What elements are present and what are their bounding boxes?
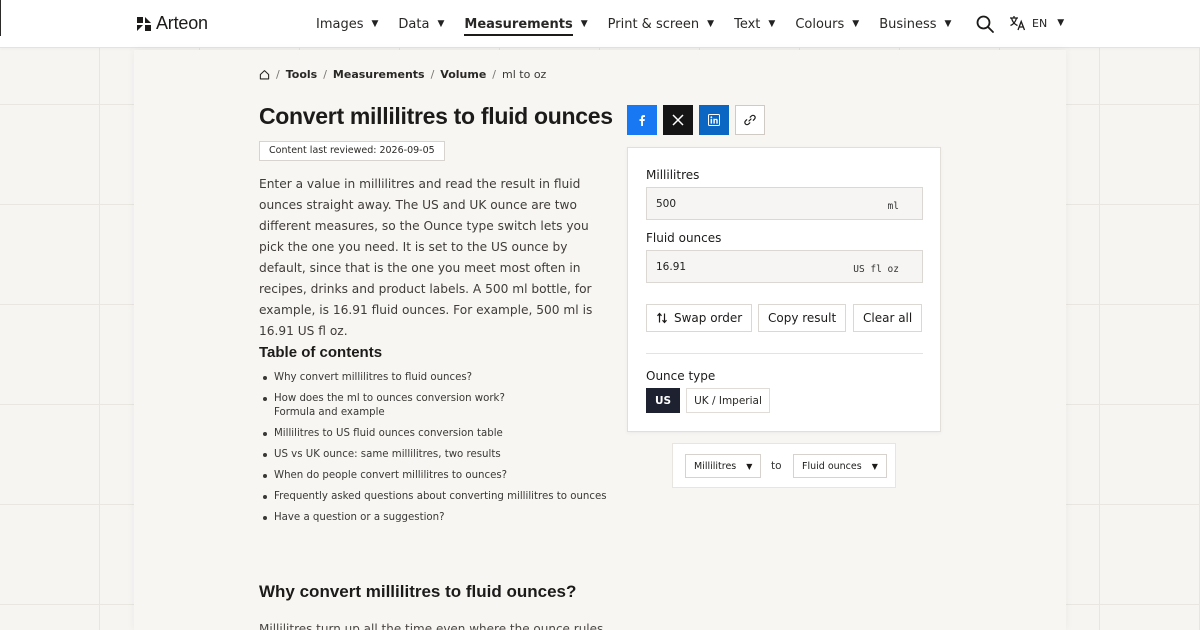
ounce-type-uk-option[interactable]: UK / Imperial [686, 388, 770, 413]
caret-down-icon: ▼ [852, 19, 860, 29]
unit-selector: Millilitres ▼ to Fluid ounces ▼ [672, 443, 896, 488]
to-unit-select[interactable]: Fluid ounces ▼ [793, 454, 887, 478]
toc-link[interactable]: How does the ml to ounces conversion wor… [259, 392, 609, 420]
breadcrumb-separator: / [276, 68, 280, 81]
from-unit-select[interactable]: Millilitres ▼ [685, 454, 762, 478]
toc-link[interactable]: Have a question or a suggestion? [259, 511, 609, 525]
nav-item-text[interactable]: Text ▼ [734, 17, 775, 32]
share-buttons [627, 105, 765, 135]
brand-name: Arteon [156, 13, 208, 33]
nav-item-measurements[interactable]: Measurements ▼ [464, 13, 588, 36]
main-menu: Images ▼ Data ▼ Measurements ▼ Print & scre… [316, 0, 971, 48]
fluid-ounces-value: 16.91 [656, 261, 687, 273]
toc-link[interactable]: US vs UK ounce: same millilitres, two re… [259, 448, 609, 462]
fluid-ounces-label: Fluid ounces [646, 231, 722, 245]
top-navigation-bar: Arteon Images ▼ Data ▼ Measurements ▼ Print… [0, 0, 1200, 48]
language-code: EN [1032, 16, 1048, 30]
toc-link[interactable]: Frequently asked questions about convert… [259, 490, 609, 504]
reviewed-date-badge: Content last reviewed: 2026-09-05 [259, 141, 445, 161]
breadcrumb-current: ml to oz [502, 68, 547, 81]
caret-down-icon: ▼ [768, 19, 776, 29]
brand-logo[interactable]: Arteon [136, 13, 208, 34]
caret-down-icon: ▼ [746, 461, 753, 471]
caret-down-icon: ▼ [1057, 18, 1065, 28]
nav-item-label: Text [734, 16, 761, 32]
nav-item-print-screen[interactable]: Print & screen ▼ [608, 17, 714, 32]
caret-down-icon: ▼ [437, 19, 445, 29]
from-unit-value: Millilitres [694, 460, 737, 472]
nav-item-label: Images [316, 16, 364, 32]
breadcrumb-separator: / [492, 68, 497, 81]
breadcrumb-separator: / [430, 68, 435, 81]
search-button[interactable] [975, 14, 995, 34]
language-selector[interactable]: EN ▼ [1009, 15, 1064, 31]
toc-heading: Table of contents [259, 344, 383, 361]
breadcrumb-separator: / [323, 68, 327, 81]
arteon-logo-icon [137, 16, 151, 31]
facebook-icon [639, 115, 645, 126]
breadcrumb-link-volume[interactable]: Volume [440, 68, 486, 81]
caret-down-icon: ▼ [371, 19, 379, 29]
unit-connector: to [771, 460, 782, 472]
millilitres-label: Millilitres [646, 168, 700, 182]
ounce-type-label: Ounce type [646, 369, 716, 383]
divider [646, 353, 923, 354]
search-icon [976, 15, 994, 33]
nav-item-label: Print & screen [607, 16, 700, 32]
swap-order-label: Swap order [674, 311, 743, 325]
caret-down-icon: ▼ [944, 19, 952, 29]
swap-order-button[interactable]: Swap order [646, 304, 753, 332]
page-title: Convert millilitres to fluid ounces [259, 103, 613, 129]
toc-link[interactable]: Why convert millilitres to fluid ounces? [259, 371, 609, 385]
toc-link[interactable]: Millilitres to US fluid ounces conversio… [259, 427, 609, 441]
copy-link-button[interactable] [735, 105, 765, 135]
clear-all-button[interactable]: Clear all [853, 304, 923, 332]
share-x-button[interactable] [663, 105, 693, 135]
linkedin-icon [708, 114, 720, 126]
x-icon [672, 114, 684, 126]
share-linkedin-button[interactable] [699, 105, 729, 135]
nav-item-label: Colours [795, 16, 845, 32]
caret-down-icon: ▼ [580, 19, 588, 29]
millilitres-input[interactable]: 500 ml [646, 187, 923, 220]
nav-item-business[interactable]: Business ▼ [879, 17, 951, 32]
nav-item-data[interactable]: Data ▼ [398, 17, 444, 32]
nav-item-images[interactable]: Images ▼ [316, 17, 378, 32]
nav-item-label: Measurements [464, 17, 573, 36]
breadcrumb-link-measurements[interactable]: Measurements [333, 68, 425, 81]
toc-link[interactable]: When do people convert millilitres to ou… [259, 469, 609, 483]
section-heading: Why convert millilitres to fluid ounces? [259, 582, 577, 601]
swap-icon [657, 312, 667, 324]
fluid-ounces-output[interactable]: 16.91 US fl oz [646, 250, 923, 283]
nav-item-label: Data [398, 16, 430, 32]
caret-down-icon: ▼ [871, 461, 878, 471]
caret-down-icon: ▼ [707, 19, 715, 29]
translate-icon [1010, 16, 1026, 31]
intro-paragraph: Enter a value in millilitres and read th… [259, 177, 593, 338]
fluid-ounces-unit: US fl oz [853, 264, 899, 275]
converter-widget: Millilitres 500 ml Fluid ounces 16.91 US… [627, 147, 941, 432]
millilitres-value: 500 [656, 198, 677, 210]
home-icon[interactable] [259, 69, 270, 80]
breadcrumb: / Tools / Measurements / Volume / ml to … [259, 68, 546, 81]
breadcrumb-link-tools[interactable]: Tools [286, 68, 317, 81]
share-facebook-button[interactable] [627, 105, 657, 135]
link-icon [744, 114, 756, 126]
copy-result-button[interactable]: Copy result [758, 304, 847, 332]
ounce-type-us-option[interactable]: US [646, 388, 680, 413]
nav-item-colours[interactable]: Colours ▼ [795, 17, 859, 32]
millilitres-unit: ml [887, 201, 899, 212]
copy-result-label: Copy result [768, 311, 837, 325]
clear-all-label: Clear all [863, 311, 913, 325]
left-edge-divider [0, 0, 1, 36]
nav-item-label: Business [879, 16, 937, 32]
section-paragraph: Millilitres turn up all the time even wh… [259, 622, 604, 630]
to-unit-value: Fluid ounces [802, 460, 862, 472]
table-of-contents: Why convert millilitres to fluid ounces?… [259, 371, 609, 532]
